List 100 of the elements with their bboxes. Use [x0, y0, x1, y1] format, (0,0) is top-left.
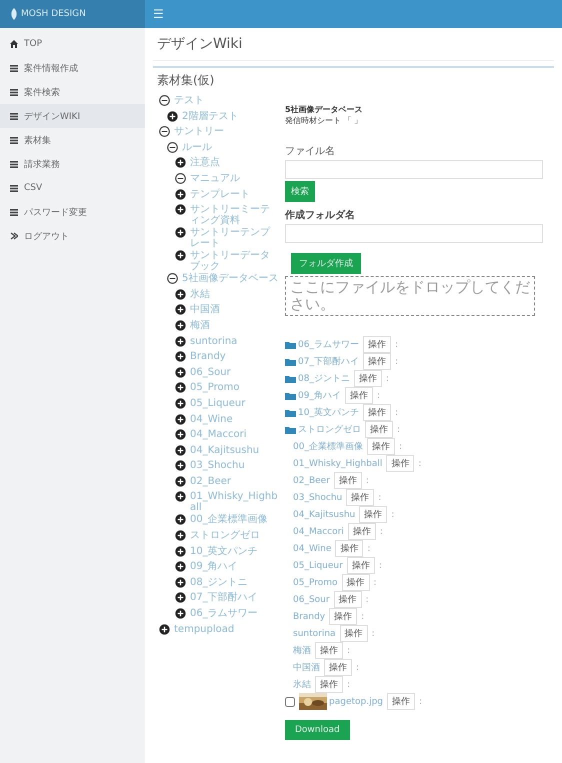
sidebar-item[interactable]: デザインWIKI [0, 104, 145, 128]
tree-item[interactable]: 07_下部酎ハイ [190, 591, 258, 604]
tree-item[interactable]: サントリーテンプレート [190, 226, 279, 250]
expand-button[interactable] [173, 444, 188, 457]
expand-button[interactable] [173, 156, 188, 170]
file-link[interactable]: 梅酒 [293, 644, 311, 657]
tree-item[interactable]: テスト [174, 94, 204, 106]
tree-item[interactable]: 氷結 [190, 288, 210, 300]
sidebar-item[interactable]: 請求業務 [0, 152, 145, 176]
tree-item[interactable]: 01_Whisky_Highball [190, 490, 279, 514]
file-link[interactable]: pagetop.jpg [329, 696, 384, 706]
folder-link[interactable]: 10_英文パンチ [298, 406, 359, 419]
tree-item[interactable]: サントリーデータブック [190, 249, 279, 272]
file-link[interactable]: 02_Beer [293, 476, 330, 486]
tree-item[interactable]: suntorina [190, 334, 238, 347]
tree-item[interactable]: 04_Wine [190, 412, 233, 424]
expand-button[interactable] [173, 459, 188, 472]
tree-item[interactable]: 06_ラムサワー [190, 607, 258, 620]
checkbox[interactable] [285, 696, 295, 706]
expand-button[interactable] [157, 622, 172, 636]
action-button[interactable]: 操作 [315, 642, 343, 659]
collapse-button[interactable] [157, 94, 172, 107]
action-button[interactable]: 操作 [348, 523, 376, 540]
tree-item[interactable]: 02_Beer [190, 474, 232, 487]
drop-zone[interactable]: ここにファイルをドロップしてください。 [285, 276, 535, 316]
action-button[interactable]: 操作 [359, 506, 388, 523]
expand-button[interactable] [173, 381, 188, 394]
action-button[interactable]: 操作 [362, 353, 391, 370]
expand-button[interactable] [173, 560, 188, 574]
tree-item[interactable]: 5社画像データベース [182, 272, 278, 284]
expand-button[interactable] [173, 428, 188, 442]
expand-button[interactable] [173, 226, 188, 240]
collapse-button[interactable] [173, 172, 188, 185]
tree-item[interactable]: サントリー [174, 125, 224, 138]
collapse-button[interactable] [157, 125, 172, 138]
action-button[interactable]: 操作 [315, 676, 343, 693]
tree-item[interactable]: 03_Shochu [190, 459, 245, 472]
expand-button[interactable] [173, 490, 188, 504]
download-button[interactable]: Download [285, 720, 350, 740]
create-folder-button[interactable]: フォルダ作成 [291, 253, 361, 274]
expand-button[interactable] [173, 334, 188, 348]
sidebar-item[interactable]: CSV [0, 176, 145, 200]
expand-button[interactable] [173, 203, 188, 216]
expand-button[interactable] [173, 188, 188, 201]
file-link[interactable]: 04_Kajitsushu [293, 510, 356, 520]
file-link[interactable]: 00_企業標準画像 [293, 440, 363, 453]
expand-button[interactable] [173, 591, 188, 604]
tree-item[interactable]: マニュアル [190, 172, 240, 184]
expand-button[interactable] [173, 529, 188, 542]
tree-item[interactable]: 08_ジントニ [190, 576, 248, 588]
tree-item[interactable]: 09_角ハイ [190, 560, 238, 572]
action-button[interactable]: 操作 [329, 608, 358, 625]
expand-button[interactable] [173, 366, 188, 379]
file-link[interactable]: 05_Liqueur [293, 560, 343, 570]
tree-item[interactable]: 04_Kajitsushu [190, 444, 260, 456]
tree-item[interactable]: 06_Sour [190, 366, 231, 378]
expand-button[interactable] [173, 607, 188, 620]
tree-item[interactable]: 2階層テスト [182, 110, 238, 122]
file-name-field[interactable] [285, 160, 543, 179]
tree-item[interactable]: Brandy [190, 350, 226, 362]
tree-item[interactable]: サントリーミーティング資料 [190, 203, 279, 226]
action-button[interactable]: 操作 [334, 591, 362, 608]
file-link[interactable]: 01_Whisky_Highball [293, 458, 382, 468]
action-button[interactable]: 操作 [346, 557, 375, 574]
tree-item[interactable]: 04_Maccori [190, 428, 246, 440]
expand-button[interactable] [173, 350, 188, 364]
sidebar-item[interactable]: ログアウト [0, 224, 145, 248]
collapse-button[interactable] [165, 140, 180, 154]
action-button[interactable]: 操作 [334, 472, 362, 489]
tree-item[interactable]: 05_Liqueur [190, 396, 246, 409]
file-link[interactable]: 04_Maccori [293, 526, 344, 536]
tree-item[interactable]: 梅酒 [190, 318, 210, 331]
action-button[interactable]: 操作 [342, 574, 370, 591]
folder-link[interactable]: 06_ラムサワー [298, 338, 359, 351]
folder-link[interactable]: ストロングゼロ [298, 423, 361, 436]
folder-link[interactable]: 08_ジントニ [298, 372, 350, 385]
tree-item[interactable]: 05_Promo [190, 381, 240, 394]
action-button[interactable]: 操作 [335, 540, 364, 557]
expand-button[interactable] [173, 544, 188, 558]
file-link[interactable]: 氷結 [293, 678, 311, 691]
action-button[interactable]: 操作 [387, 693, 416, 710]
expand-button[interactable] [173, 396, 188, 410]
tree-item[interactable]: 中国酒 [190, 303, 220, 316]
expand-button[interactable] [173, 249, 188, 262]
action-button[interactable]: 操作 [386, 455, 414, 472]
sidebar-item[interactable]: 素材集 [0, 128, 145, 152]
file-link[interactable]: suntorina [293, 628, 336, 638]
menu-button[interactable]: ☰ [145, 0, 172, 28]
file-link[interactable]: 中国酒 [293, 661, 320, 674]
folder-link[interactable]: 09_角ハイ [298, 389, 341, 402]
sidebar-item[interactable]: パスワード変更 [0, 200, 145, 224]
logo[interactable]: MOSH DESIGN [0, 0, 145, 28]
expand-button[interactable] [173, 474, 188, 488]
action-button[interactable]: 操作 [354, 370, 382, 387]
action-button[interactable]: 操作 [362, 404, 391, 421]
expand-button[interactable] [173, 513, 188, 526]
action-button[interactable]: 操作 [366, 438, 395, 455]
search-button[interactable]: 検索 [285, 181, 315, 202]
file-link[interactable]: 05_Promo [293, 578, 338, 588]
action-button[interactable]: 操作 [362, 336, 391, 353]
